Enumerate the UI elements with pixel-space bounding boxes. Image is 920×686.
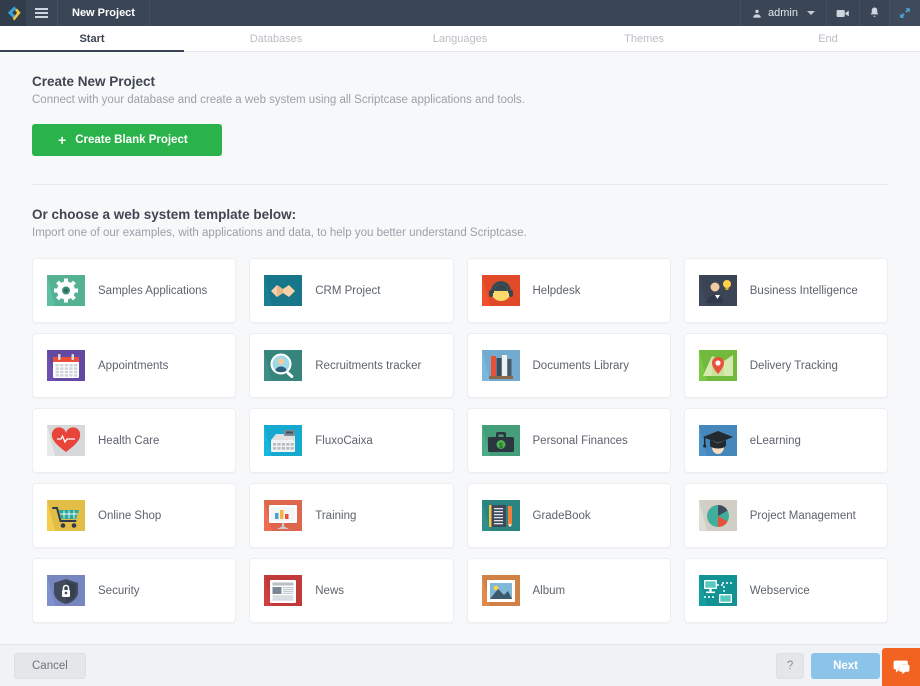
template-card[interactable]: $ Personal Finances <box>467 408 671 473</box>
gear-icon <box>47 275 85 306</box>
photo-icon <box>482 575 520 606</box>
bell-icon <box>869 7 880 19</box>
template-card[interactable]: Online Shop <box>32 483 236 548</box>
template-card[interactable]: FluxoCaixa <box>249 408 453 473</box>
template-card[interactable]: Health Care <box>32 408 236 473</box>
template-card-label: Personal Finances <box>533 435 628 447</box>
top-bar: New Project admin <box>0 0 920 26</box>
template-card-label: Documents Library <box>533 360 630 372</box>
chat-bubble-icon <box>892 658 911 676</box>
template-card[interactable]: Helpdesk <box>467 258 671 323</box>
project-title: New Project <box>58 0 150 26</box>
create-blank-project-label: Create Blank Project <box>75 134 188 146</box>
template-card[interactable]: Webservice <box>684 558 888 623</box>
graduation-cap-icon <box>699 425 737 456</box>
main-content: Create New Project Connect with your dat… <box>0 52 920 644</box>
template-card-label: Security <box>98 585 140 597</box>
create-blank-project-button[interactable]: + Create Blank Project <box>32 124 222 156</box>
user-icon <box>752 8 762 19</box>
footer-bar: Cancel ? Next <box>0 644 920 686</box>
template-card-label: eLearning <box>750 435 801 447</box>
shopping-cart-icon <box>47 500 85 531</box>
top-bar-spacer <box>150 0 740 26</box>
template-card-label: Album <box>533 585 566 597</box>
user-label: admin <box>768 7 798 19</box>
newspaper-icon <box>264 575 302 606</box>
template-card-label: Webservice <box>750 585 810 597</box>
template-card-label: Training <box>315 510 356 522</box>
template-card-label: Recruitments tracker <box>315 360 421 372</box>
video-camera-icon <box>836 8 850 19</box>
money-briefcase-icon: $ <box>482 425 520 456</box>
template-card-label: Business Intelligence <box>750 285 858 297</box>
template-card[interactable]: Delivery Tracking <box>684 333 888 398</box>
template-card-label: Delivery Tracking <box>750 360 838 372</box>
video-camera-button[interactable] <box>826 0 859 26</box>
template-card-label: News <box>315 585 344 597</box>
shield-lock-icon <box>47 575 85 606</box>
template-card[interactable]: CRM Project <box>249 258 453 323</box>
create-project-title: Create New Project <box>32 74 888 89</box>
template-card[interactable]: Business Intelligence <box>684 258 888 323</box>
template-card-label: Samples Applications <box>98 285 207 297</box>
template-grid: Samples Applications CRM Project Helpdesk B… <box>32 258 888 623</box>
create-project-subtitle: Connect with your database and create a … <box>32 94 888 106</box>
notebook-pencil-icon <box>482 500 520 531</box>
next-button[interactable]: Next <box>811 653 880 679</box>
chevron-down-icon <box>807 11 815 15</box>
tab-themes[interactable]: Themes <box>552 26 736 51</box>
template-card[interactable]: Appointments <box>32 333 236 398</box>
template-card[interactable]: Album <box>467 558 671 623</box>
presentation-icon <box>264 500 302 531</box>
cash-register-icon <box>264 425 302 456</box>
top-bar-actions: admin <box>740 0 920 26</box>
user-menu-button[interactable]: admin <box>740 0 826 26</box>
tab-start[interactable]: Start <box>0 26 184 51</box>
plus-icon: + <box>58 133 66 147</box>
template-card-label: CRM Project <box>315 285 380 297</box>
template-card[interactable]: Security <box>32 558 236 623</box>
expand-arrows-icon <box>899 7 911 19</box>
template-section-title: Or choose a web system template below: <box>32 207 888 222</box>
template-card[interactable]: eLearning <box>684 408 888 473</box>
map-pin-icon <box>699 350 737 381</box>
pie-chart-icon <box>699 500 737 531</box>
handshake-icon <box>264 275 302 306</box>
svg-text:$: $ <box>499 443 503 450</box>
template-card[interactable]: Samples Applications <box>32 258 236 323</box>
person-magnifier-icon <box>264 350 302 381</box>
chat-button[interactable] <box>882 648 920 686</box>
template-card-label: Online Shop <box>98 510 161 522</box>
template-card-label: Project Management <box>750 510 856 522</box>
template-card-label: Health Care <box>98 435 159 447</box>
heart-pulse-icon <box>47 425 85 456</box>
template-card-label: Helpdesk <box>533 285 581 297</box>
template-card[interactable]: Project Management <box>684 483 888 548</box>
cancel-button[interactable]: Cancel <box>14 653 86 679</box>
template-card[interactable]: GradeBook <box>467 483 671 548</box>
wizard-tabs: Start Databases Languages Themes End <box>0 26 920 52</box>
notifications-button[interactable] <box>859 0 889 26</box>
tab-end[interactable]: End <box>736 26 920 51</box>
template-card-label: Appointments <box>98 360 168 372</box>
help-button[interactable]: ? <box>776 653 804 679</box>
scriptcase-logo-icon[interactable] <box>0 0 26 26</box>
template-section-subtitle: Import one of our examples, with applica… <box>32 227 888 239</box>
template-card-label: GradeBook <box>533 510 591 522</box>
section-divider <box>32 184 888 185</box>
tab-languages[interactable]: Languages <box>368 26 552 51</box>
template-card-label: FluxoCaixa <box>315 435 373 447</box>
hamburger-menu-icon[interactable] <box>26 0 58 26</box>
tab-databases[interactable]: Databases <box>184 26 368 51</box>
template-card[interactable]: Training <box>249 483 453 548</box>
template-card[interactable]: News <box>249 558 453 623</box>
network-monitors-icon <box>699 575 737 606</box>
template-card[interactable]: Documents Library <box>467 333 671 398</box>
books-icon <box>482 350 520 381</box>
headset-person-icon <box>482 275 520 306</box>
businessman-idea-icon <box>699 275 737 306</box>
expand-button[interactable] <box>889 0 920 26</box>
template-card[interactable]: Recruitments tracker <box>249 333 453 398</box>
calendar-icon <box>47 350 85 381</box>
